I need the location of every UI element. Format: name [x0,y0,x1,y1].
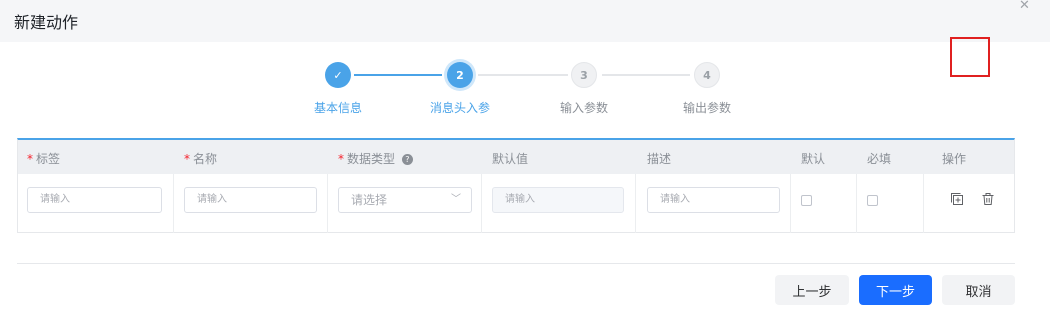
step-3-circle: 3 [571,62,597,88]
col-data-type-header: * 数据类型 ? [338,150,413,167]
column-divider [635,174,636,233]
column-divider [856,174,857,233]
table-header: * 标签 * 名称 * 数据类型 ? 默认值 描述 默认 必填 操作 [18,140,1014,174]
delete-icon[interactable] [981,191,995,210]
step-2-label: 消息头入参 [429,101,491,115]
step-4-circle: 4 [694,62,720,88]
column-divider [923,174,924,233]
close-icon[interactable]: ✕ [1019,0,1030,13]
footer-divider [17,263,1015,264]
column-divider [790,174,791,233]
col-tag-header: * 标签 [27,152,61,166]
step-connector [354,74,442,76]
col-description-header: 描述 [647,152,672,166]
step-4-label: 输出参数 [682,101,732,115]
step-3-label: 输入参数 [559,101,609,115]
cancel-button[interactable]: 取消 [942,275,1015,305]
help-icon[interactable]: ? [401,154,413,165]
required-checkbox[interactable] [867,195,878,206]
description-input[interactable]: 请输入 [647,187,780,213]
col-default-header: 默认 [801,152,826,166]
step-1-check-icon: ✓ [325,62,351,88]
dialog-header: 新建动作 ✕ [0,0,1050,42]
col-actions-header: 操作 [942,152,967,166]
name-input[interactable]: 请输入 [184,187,317,213]
column-divider [481,174,482,233]
col-required-header: 必填 [867,152,892,166]
data-type-select[interactable]: 请选择 ﹀ [338,187,472,213]
step-connector [602,74,690,76]
tag-input[interactable]: 请输入 [27,187,162,213]
step-connector [478,74,568,76]
step-2-circle: 2 [447,62,473,88]
params-table: * 标签 * 名称 * 数据类型 ? 默认值 描述 默认 必填 操作 请输入 请输入 … [17,138,1015,233]
column-divider [173,174,174,233]
col-default-value-header: 默认值 [492,152,529,166]
next-step-button[interactable]: 下一步 [859,275,932,305]
dialog-title: 新建动作 [14,13,79,32]
step-1-label: 基本信息 [313,101,363,115]
prev-step-button[interactable]: 上一步 [775,275,849,305]
chevron-down-icon: ﹀ [451,194,461,205]
delete-highlight-box [950,37,990,77]
copy-icon[interactable] [950,191,964,210]
column-divider [327,174,328,233]
default-checkbox[interactable] [801,195,812,206]
default-value-input: 请输入 [492,187,624,213]
col-name-header: * 名称 [184,152,218,166]
data-type-select-value: 请选择 [351,193,388,207]
